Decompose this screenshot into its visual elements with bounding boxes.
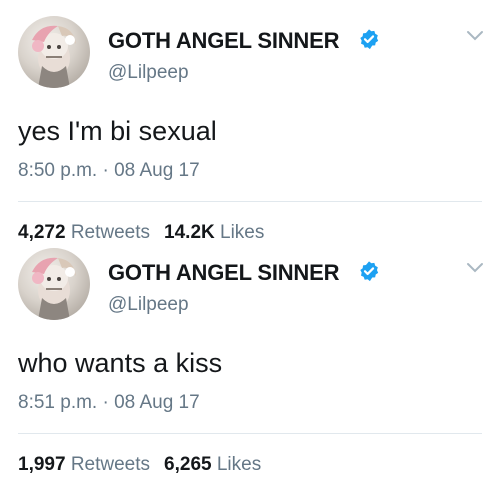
tweet-text: who wants a kiss [18,348,223,378]
like-stat[interactable]: 6,265 Likes [164,454,261,475]
avatar[interactable] [18,16,90,88]
tweet-date: 08 Aug 17 [114,392,200,413]
avatar-image [32,257,76,320]
avatar[interactable] [18,248,90,320]
separator: · [97,392,115,413]
tweet-stats: 1,997 Retweets 6,265 Likes [18,454,261,476]
like-label: Likes [216,454,262,475]
chevron-down-icon[interactable] [466,262,484,274]
user-handle[interactable]: @Lilpeep [108,62,189,84]
retweet-stat[interactable]: 1,997 Retweets [18,454,150,475]
timestamp[interactable]: 8:50 p.m. · 08 Aug 17 [18,160,200,182]
tweet-time: 8:51 p.m. [18,392,98,413]
avatar-image [32,25,76,88]
verified-badge-icon [360,29,379,50]
display-name[interactable]: GOTH ANGEL SINNER [108,260,339,286]
timestamp[interactable]: 8:51 p.m. · 08 Aug 17 [18,392,200,414]
like-count: 6,265 [164,454,212,475]
tweet-time: 8:50 p.m. [18,160,98,181]
tweet-text: yes I'm bi sexual [18,116,217,146]
verified-badge-icon [360,261,379,282]
display-name[interactable]: GOTH ANGEL SINNER [108,28,339,54]
divider [18,201,482,202]
tweet[interactable]: GOTH ANGEL SINNER @Lilpeep yes I'm bi se… [0,0,500,243]
retweet-count: 1,997 [18,454,66,475]
retweet-label: Retweets [70,454,151,475]
user-handle[interactable]: @Lilpeep [108,294,189,316]
divider [18,433,482,434]
tweet-date: 08 Aug 17 [114,160,200,181]
separator: · [97,160,115,181]
tweet[interactable]: GOTH ANGEL SINNER @Lilpeep who wants a k… [0,232,500,475]
chevron-down-icon[interactable] [466,30,484,42]
